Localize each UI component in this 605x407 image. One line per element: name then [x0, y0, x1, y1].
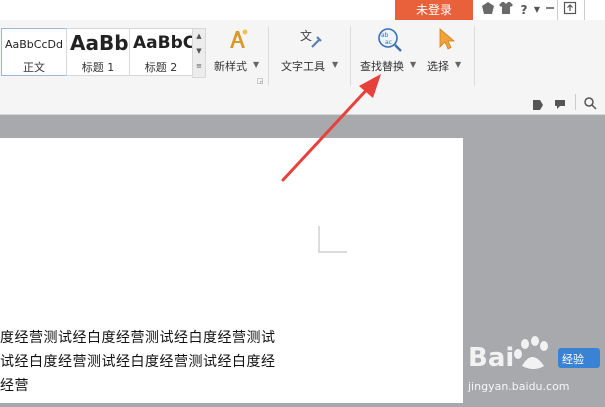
annotation-arrow	[281, 74, 381, 182]
divider	[584, 0, 585, 20]
style-label: 正文	[23, 61, 45, 74]
cursor-icon	[436, 27, 458, 55]
find-replace-icon: ab ac	[376, 27, 404, 57]
edit-icon[interactable]	[532, 96, 544, 115]
divider	[575, 94, 576, 110]
svg-text:文: 文	[300, 28, 312, 43]
search-icon[interactable]	[583, 95, 597, 114]
restore-icon[interactable]	[561, 1, 579, 19]
document-line: 度经营测试经白度经营测试经白度经营测试	[0, 330, 276, 346]
text-tool-icon: 文	[299, 27, 323, 55]
style-sample: AaBbC	[133, 33, 193, 53]
style-heading-2[interactable]: AaBbC 标题 2	[129, 28, 193, 76]
style-sample: AaBb	[70, 31, 129, 55]
svg-text:Bai: Bai	[468, 343, 514, 373]
chevron-down-icon: ▼	[253, 60, 260, 69]
new-style-icon	[226, 27, 250, 55]
shirt-icon[interactable]	[497, 1, 515, 19]
new-style-button[interactable]: 新样式 ▼	[212, 27, 262, 75]
chevron-down-icon: ▼	[455, 60, 462, 69]
style-label: 标题 2	[144, 61, 178, 74]
style-heading-1[interactable]: AaBb 标题 1	[66, 28, 130, 76]
divider	[557, 0, 558, 20]
divider	[474, 26, 475, 86]
svg-text:ab: ab	[381, 32, 389, 39]
document-line: 经营	[0, 378, 29, 394]
svg-text:ac: ac	[385, 39, 392, 46]
svg-text:经验: 经验	[562, 352, 584, 366]
scroll-down-icon[interactable]: ▼	[193, 44, 205, 59]
select-button[interactable]: 选择 ▼	[427, 27, 467, 75]
margin-corner-mark	[318, 226, 347, 253]
more-icon[interactable]: ≡	[193, 59, 205, 74]
document-line: 试经白度经营测试经白度经营测试经白度经	[0, 354, 276, 370]
new-style-label: 新样式	[214, 60, 247, 73]
scroll-up-icon[interactable]: ▲	[193, 29, 205, 44]
document-page[interactable]: 度经营测试经白度经营测试经白度经营测试 试经白度经营测试经白度经营测试经白度经 …	[0, 138, 463, 403]
skin-icon[interactable]	[479, 1, 497, 19]
style-label: 标题 1	[81, 61, 115, 74]
watermark-url: jingyan.baidu.com	[468, 380, 570, 393]
style-gallery-scroller[interactable]: ▲ ▼ ≡	[192, 28, 206, 78]
title-bar: 未登录 ? ▼	[0, 0, 605, 20]
chevron-down-icon: ▼	[410, 60, 417, 69]
divider	[268, 26, 269, 86]
dialog-launcher-icon[interactable]: ◲	[257, 77, 264, 85]
select-label: 选择	[427, 60, 449, 73]
login-button[interactable]: 未登录	[395, 0, 473, 20]
comment-icon[interactable]	[554, 96, 568, 115]
style-sample: AaBbCcDd	[5, 38, 63, 51]
style-normal[interactable]: AaBbCcDd 正文	[1, 28, 67, 76]
baidu-jingyan-watermark: Bai 经验 jingyan.baidu.com	[468, 330, 605, 403]
